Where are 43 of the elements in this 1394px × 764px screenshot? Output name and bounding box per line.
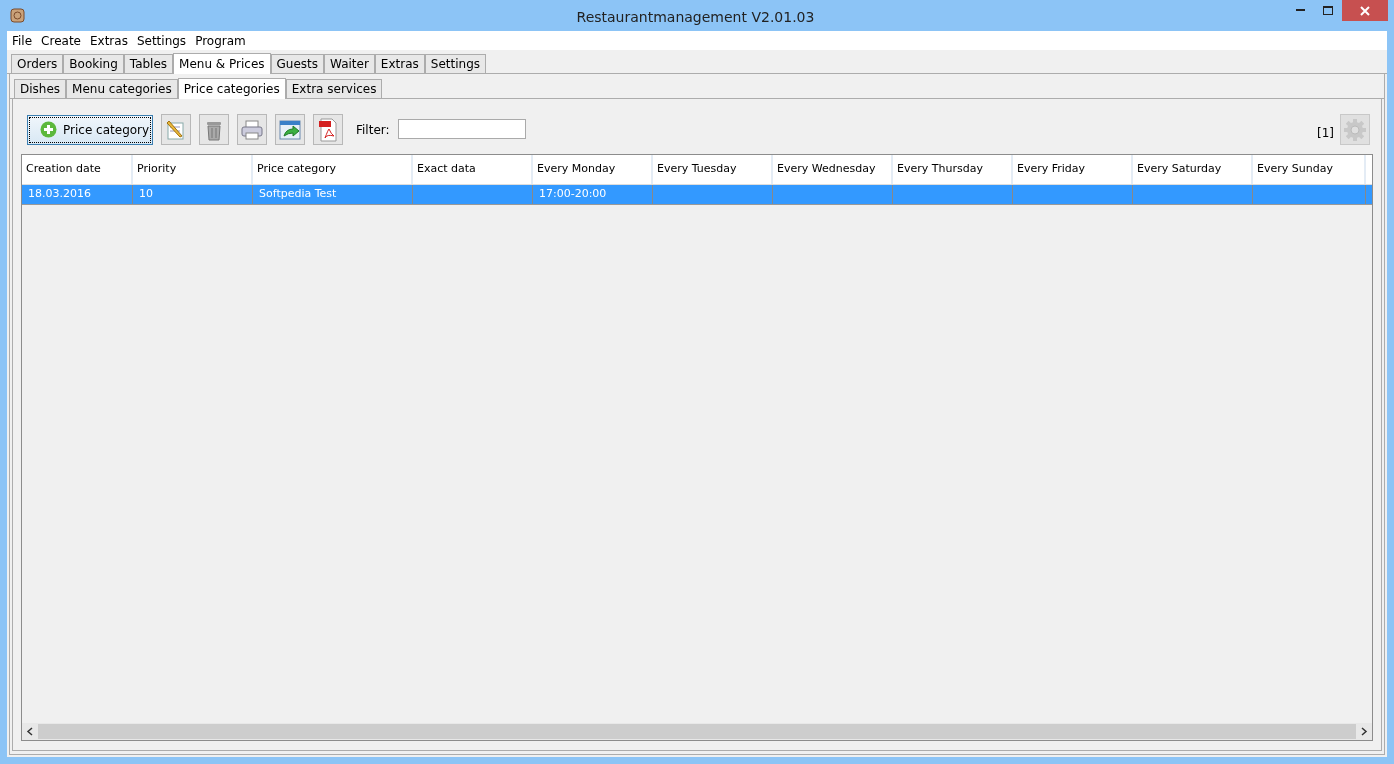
export-tool-button[interactable] — [275, 114, 305, 145]
filter-label: Filter: — [356, 121, 390, 139]
scroll-left-icon[interactable] — [26, 727, 34, 736]
close-button[interactable] — [1342, 0, 1388, 21]
tab[interactable]: Menu & Prices — [173, 53, 271, 74]
tab[interactable]: Dishes — [14, 79, 67, 98]
menu-item[interactable]: Create — [41, 31, 81, 50]
tab[interactable]: Orders — [11, 54, 64, 73]
print-tool-button[interactable] — [237, 114, 267, 145]
table-cell: 18.03.2016 — [28, 186, 91, 203]
delete-tool-button[interactable] — [199, 114, 229, 145]
filter-field[interactable] — [397, 119, 526, 139]
close-icon — [1360, 5, 1370, 16]
tab[interactable]: Extras — [374, 54, 425, 73]
printer-icon — [240, 118, 264, 141]
settings-icon — [1343, 117, 1367, 142]
table-cell: 17:00-20:00 — [539, 186, 607, 203]
edit-tool-button[interactable] — [161, 114, 191, 145]
notepad-pencil-icon — [165, 118, 187, 141]
window-title: Restaurantmanagement V2.01.03 — [576, 8, 815, 27]
pdf-document-icon — [317, 117, 339, 142]
minimize-icon — [1295, 9, 1305, 12]
table-cell: Softpedia Test — [259, 186, 337, 203]
scroll-right-icon[interactable] — [1360, 727, 1368, 736]
maximize-icon — [1323, 6, 1333, 15]
menu-item[interactable]: File — [12, 31, 33, 50]
menu-item[interactable]: Settings — [136, 31, 187, 50]
record-count: [1] — [1317, 124, 1334, 142]
tab[interactable]: Extra services — [285, 79, 383, 98]
add-price-category-button[interactable]: Price category — [27, 114, 153, 145]
tab[interactable]: Waiter — [324, 54, 375, 73]
pdf-tool-button[interactable] — [313, 114, 343, 145]
app-logo-icon — [10, 8, 25, 23]
tab[interactable]: Price categories — [177, 78, 286, 99]
tab[interactable]: Menu categories — [66, 79, 178, 98]
menu-item[interactable]: Extras — [89, 31, 128, 50]
tab[interactable]: Guests — [270, 54, 325, 73]
menu-item[interactable]: Program — [195, 31, 246, 50]
table-cell: 10 — [139, 186, 153, 203]
plus-circle-icon — [40, 121, 57, 138]
tab[interactable]: Booking — [63, 54, 124, 73]
tab[interactable]: Settings — [424, 54, 486, 73]
tab[interactable]: Tables — [123, 54, 174, 73]
